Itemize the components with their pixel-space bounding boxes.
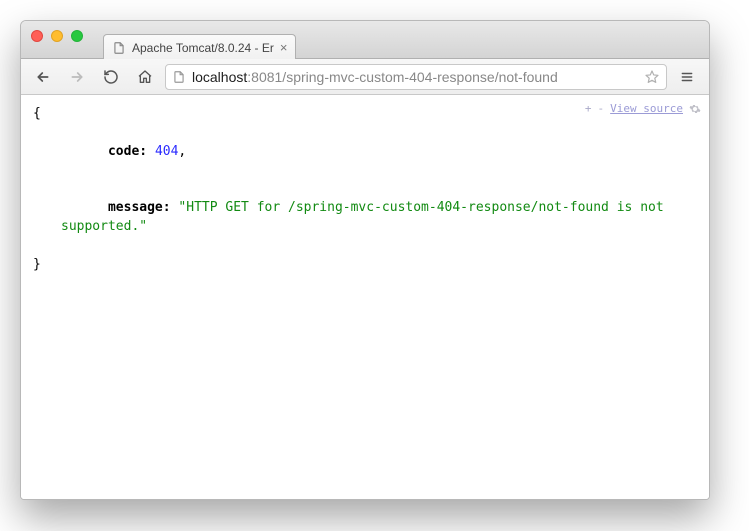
browser-window: Apache Tomcat/8.0.24 - Er × localhost:80…	[20, 20, 710, 500]
maximize-window-button[interactable]	[71, 30, 83, 42]
jsonview-toolbar: + - View source	[585, 101, 701, 117]
json-code-key: code:	[108, 144, 147, 159]
address-bar[interactable]: localhost:8081/spring-mvc-custom-404-res…	[165, 64, 667, 90]
json-comma: ,	[178, 144, 186, 159]
file-icon	[112, 41, 126, 55]
close-tab-icon[interactable]: ×	[280, 40, 288, 55]
minimize-window-button[interactable]	[51, 30, 63, 42]
reload-button[interactable]	[97, 64, 125, 90]
json-message-line: message: "HTTP GET for /spring-mvc-custo…	[33, 180, 697, 255]
home-button[interactable]	[131, 64, 159, 90]
forward-button[interactable]	[63, 64, 91, 90]
view-source-link[interactable]: View source	[610, 101, 683, 117]
toolbar: localhost:8081/spring-mvc-custom-404-res…	[21, 59, 709, 95]
traffic-lights	[31, 30, 83, 42]
back-button[interactable]	[29, 64, 57, 90]
json-code-value: 404	[155, 144, 178, 159]
url-host: localhost	[192, 69, 247, 85]
collapse-all-button[interactable]: -	[598, 101, 605, 117]
menu-button[interactable]	[673, 64, 701, 90]
url-path: :8081/spring-mvc-custom-404-response/not…	[247, 69, 558, 85]
url-text: localhost:8081/spring-mvc-custom-404-res…	[192, 69, 638, 85]
browser-tab[interactable]: Apache Tomcat/8.0.24 - Er ×	[103, 34, 296, 59]
tab-title: Apache Tomcat/8.0.24 - Er	[132, 41, 274, 55]
gear-icon[interactable]	[689, 103, 701, 115]
json-close-brace: }	[33, 256, 697, 275]
json-message-key: message:	[108, 200, 171, 215]
expand-all-button[interactable]: +	[585, 101, 592, 117]
bookmark-star-icon[interactable]	[644, 69, 660, 85]
page-content: + - View source { code: 404, message: "H…	[21, 95, 709, 499]
json-code-line: code: 404,	[33, 124, 697, 181]
page-icon	[172, 70, 186, 84]
titlebar: Apache Tomcat/8.0.24 - Er ×	[21, 21, 709, 59]
close-window-button[interactable]	[31, 30, 43, 42]
